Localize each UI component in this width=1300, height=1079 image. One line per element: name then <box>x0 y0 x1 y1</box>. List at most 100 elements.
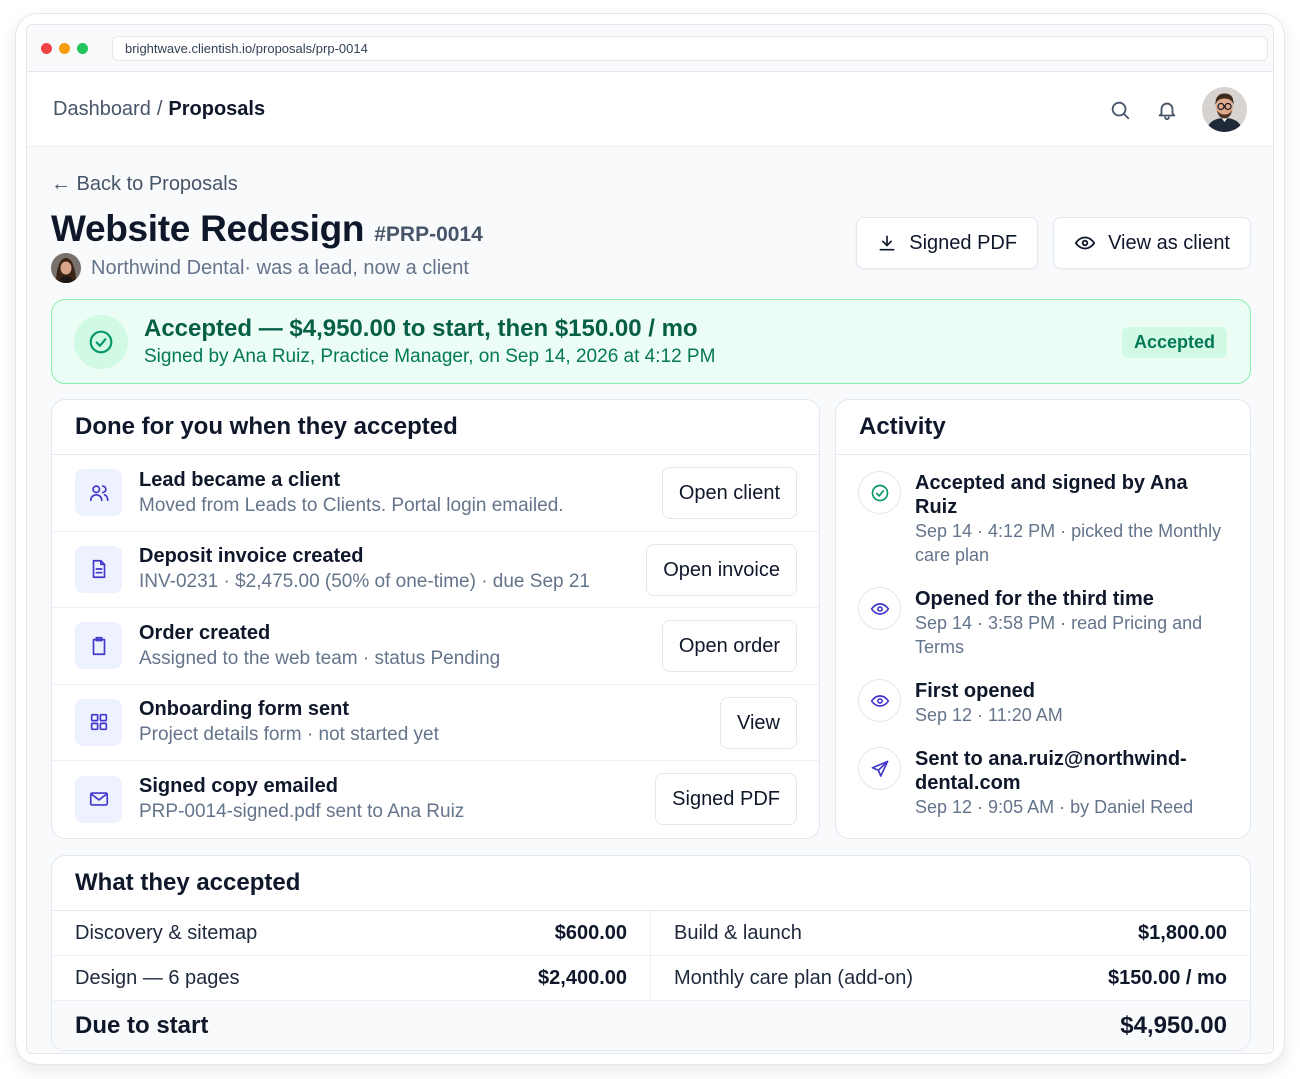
activity-item-title: Sent to ana.ruiz@northwind-dental.com <box>915 748 1187 794</box>
activity-item-title: First opened <box>915 680 1036 702</box>
activity-card: Activity Accepted and signed by Ana Ruiz… <box>835 399 1251 839</box>
list-item: Deposit invoice created INV-0231 · $2,47… <box>52 532 819 608</box>
eye-icon <box>858 679 901 722</box>
mail-icon <box>75 775 122 823</box>
signed-pdf-label: Signed PDF <box>909 231 1018 254</box>
open-client-button[interactable]: Open client <box>661 467 797 519</box>
view-as-client-button[interactable]: View as client <box>1053 217 1251 269</box>
clipboard-icon <box>75 622 122 670</box>
signed-pdf-button[interactable]: Signed PDF <box>856 217 1039 269</box>
done-for-you-title: Done for you when they accepted <box>52 400 819 455</box>
header-actions: Signed PDF View as client <box>856 217 1251 269</box>
line-item-label: Design — 6 pages <box>75 966 240 989</box>
check-circle-icon <box>74 314 128 369</box>
list-item-title: Lead became a client <box>139 468 341 491</box>
banner-headline: Accepted — $4,950.00 to start, then $150… <box>144 315 698 342</box>
user-avatar[interactable] <box>1202 87 1247 132</box>
activity-item: First opened Sep 12 · 11:20 AM <box>836 679 1250 727</box>
line-item-label: Build & launch <box>674 921 802 944</box>
line-item-amount: $600.00 <box>554 921 627 944</box>
list-item: Signed copy emailed PRP-0014-signed.pdf … <box>52 761 819 838</box>
what-they-accepted-title: What they accepted <box>52 856 1250 911</box>
line-item: Monthly care plan (add-on) $150.00 / mo <box>651 956 1250 1000</box>
proposal-id: #PRP-0014 <box>374 223 483 246</box>
browser-chrome: brightwave.clientish.io/proposals/prp-00… <box>27 25 1273 72</box>
check-circle-icon <box>858 471 901 514</box>
breadcrumb-proposals: Proposals <box>168 97 266 120</box>
line-item: Design — 6 pages $2,400.00 <box>52 956 651 1000</box>
back-to-proposals-link[interactable]: ← Back to Proposals <box>51 173 1251 199</box>
client-avatar <box>51 253 81 283</box>
close-window-dot[interactable] <box>41 42 52 54</box>
list-item-text: Order created Assigned to the web team ·… <box>139 622 500 670</box>
activity-item: Opened for the third time Sep 14 · 3:58 … <box>836 587 1250 659</box>
line-item-label: Discovery & sitemap <box>75 921 258 944</box>
grid-icon <box>75 698 122 746</box>
list-item-subtitle: Assigned to the web team · status Pendin… <box>139 647 501 669</box>
search-icon[interactable] <box>1108 98 1132 122</box>
signed-pdf-row-button[interactable]: Signed PDF <box>655 773 797 825</box>
what-they-accepted-card: What they accepted Discovery & sitemap $… <box>51 855 1251 1051</box>
line-item-amount: $2,400.00 <box>538 966 627 989</box>
breadcrumb-dashboard[interactable]: Dashboard <box>53 98 151 120</box>
view-form-button[interactable]: View <box>720 696 797 749</box>
maximize-window-dot[interactable] <box>77 42 88 54</box>
view-as-client-label: View as client <box>1108 231 1230 254</box>
list-item-subtitle: Project details form · not started yet <box>139 724 439 746</box>
activity-item: Sent to ana.ruiz@northwind-dental.com Se… <box>836 747 1250 819</box>
activity-item-title: Accepted and signed by Ana Ruiz <box>915 472 1188 518</box>
eye-icon <box>1074 232 1096 254</box>
list-item-text: Signed copy emailed PRP-0014-signed.pdf … <box>139 775 464 823</box>
list-item-subtitle: PRP-0014-signed.pdf sent to Ana Ruiz <box>139 801 465 823</box>
list-item-text: Deposit invoice created INV-0231 · $2,47… <box>139 545 590 593</box>
list-item: Lead became a client Moved from Leads to… <box>52 455 819 532</box>
line-item-label: Monthly care plan (add-on) <box>674 966 914 989</box>
list-item: Order created Assigned to the web team ·… <box>52 608 819 685</box>
activity-item-meta: Sep 12 · 9:05 AM · by Daniel Reed <box>915 797 1194 817</box>
total-label: Due to start <box>75 1012 209 1039</box>
users-icon <box>75 469 122 517</box>
list-item: Onboarding form sent Project details for… <box>52 685 819 761</box>
activity-item-meta: Sep 12 · 11:20 AM <box>915 705 1063 725</box>
total-amount: $4,950.00 <box>1120 1012 1227 1039</box>
download-icon <box>877 233 897 253</box>
breadcrumb: Dashboard / Proposals <box>53 98 265 121</box>
document-icon <box>75 545 122 593</box>
browser-window: brightwave.clientish.io/proposals/prp-00… <box>26 24 1274 1054</box>
activity-title: Activity <box>836 400 1250 455</box>
line-item-amount: $150.00 / mo <box>1108 966 1227 989</box>
send-icon <box>858 747 901 790</box>
client-name[interactable]: Northwind Dental <box>91 257 244 280</box>
open-invoice-button[interactable]: Open invoice <box>646 543 797 596</box>
activity-item-title: Opened for the third time <box>915 588 1154 610</box>
line-item: Discovery & sitemap $600.00 <box>52 911 651 955</box>
table-row: Discovery & sitemap $600.00 Build & laun… <box>52 911 1250 956</box>
list-item-title: Order created <box>139 621 271 644</box>
bell-icon[interactable] <box>1155 98 1179 122</box>
activity-item-meta: Sep 14 · 3:58 PM · read Pricing and Term… <box>915 613 1203 657</box>
done-for-you-card: Done for you when they accepted Lead bec… <box>51 399 820 839</box>
top-actions <box>1108 87 1247 132</box>
line-item-amount: $1,800.00 <box>1138 921 1227 944</box>
open-order-button[interactable]: Open order <box>661 620 797 672</box>
banner-text: Accepted — $4,950.00 to start, then $150… <box>144 315 715 368</box>
line-item: Build & launch $1,800.00 <box>651 911 1250 955</box>
two-column-section: Done for you when they accepted Lead bec… <box>51 399 1251 839</box>
total-row: Due to start $4,950.00 <box>52 1001 1250 1050</box>
list-item-text: Lead became a client Moved from Leads to… <box>139 469 564 517</box>
top-bar: Dashboard / Proposals <box>27 72 1273 147</box>
list-item-text: Onboarding form sent Project details for… <box>139 698 439 746</box>
address-bar[interactable]: brightwave.clientish.io/proposals/prp-00… <box>112 35 1268 61</box>
screenshot-frame: brightwave.clientish.io/proposals/prp-00… <box>16 14 1284 1064</box>
list-item-title: Signed copy emailed <box>139 775 338 798</box>
page-title: Website Redesign <box>51 208 365 249</box>
activity-item-meta: Sep 14 · 4:12 PM · picked the Monthly ca… <box>915 521 1222 565</box>
main-content: ← Back to Proposals Website Redesign #PR… <box>51 165 1251 1051</box>
client-status-note: · was a lead, now a client <box>244 256 469 279</box>
breadcrumb-separator: / <box>156 97 163 120</box>
table-row: Design — 6 pages $2,400.00 Monthly care … <box>52 956 1250 1001</box>
minimize-window-dot[interactable] <box>59 42 70 54</box>
activity-item: Accepted and signed by Ana Ruiz Sep 14 ·… <box>836 471 1250 567</box>
list-item-subtitle: Moved from Leads to Clients. Portal logi… <box>139 494 564 516</box>
banner-subline: Signed by Ana Ruiz, Practice Manager, on… <box>144 346 716 367</box>
